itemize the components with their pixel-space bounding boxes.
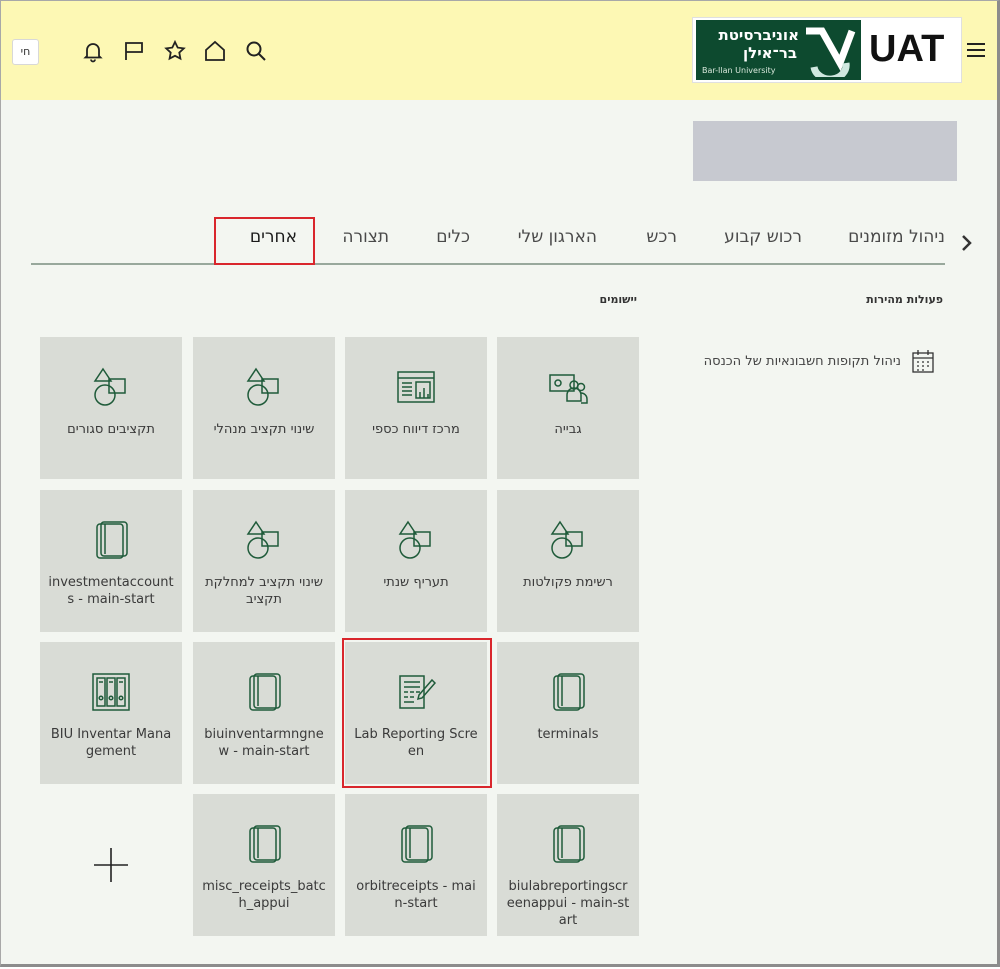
book-icon: [244, 824, 284, 864]
app-tile-label: תעריף שנתי: [383, 575, 449, 590]
shapes-icon: [396, 520, 436, 560]
app-tile-label: שינוי תקציב מנהלי: [213, 422, 315, 437]
book-icon: [244, 672, 284, 712]
logo-hebrew-line1: אוניברסיטת: [718, 26, 799, 44]
app-tile-label: terminals: [537, 727, 599, 742]
university-emblem-icon: [800, 23, 858, 77]
app-tile-misc-receipts-batch[interactable]: misc_receipts_batch_appui: [193, 794, 335, 936]
hamburger-menu-icon[interactable]: [965, 39, 987, 61]
app-tile-label: תקציבים סגורים: [67, 422, 155, 437]
tab-configuration[interactable]: תצורה: [342, 227, 389, 247]
tab-cash-management[interactable]: ניהול מזומנים: [848, 227, 945, 247]
app-tile-label: misc_receipts_batch_appui: [202, 879, 326, 911]
home-icon[interactable]: [203, 39, 227, 63]
shapes-icon: [548, 520, 588, 560]
book-icon: [396, 824, 436, 864]
app-tile-collection[interactable]: גבייה: [497, 337, 639, 479]
tab-others-highlight: [214, 217, 315, 265]
app-tile-label: שינוי תקציב למחלקת תקציב: [205, 575, 323, 607]
bell-icon[interactable]: [81, 39, 105, 63]
app-tile-closed-budgets[interactable]: תקציבים סגורים: [40, 337, 182, 479]
shapes-icon: [91, 367, 131, 407]
app-frame: חי אוניברסיטת בר־אילן Bar-Ilan Universit…: [0, 0, 1000, 967]
placeholder-banner: [693, 121, 957, 181]
star-icon[interactable]: [163, 39, 187, 63]
binders-icon: [91, 672, 131, 712]
chevron-right-icon[interactable]: [959, 233, 975, 253]
flag-icon[interactable]: [122, 39, 146, 63]
user-avatar-button[interactable]: חי: [12, 39, 39, 65]
university-logo[interactable]: אוניברסיטת בר־אילן Bar-Ilan University U…: [692, 17, 962, 83]
app-tile-terminals[interactable]: terminals: [497, 642, 639, 784]
tab-tools[interactable]: כלים: [436, 227, 470, 247]
tab-bar: ניהול מזומנים רכוש קבוע רכש הארגון שלי כ…: [31, 219, 945, 265]
app-tile-investmentaccounts[interactable]: investmentaccounts - main-start: [40, 490, 182, 632]
quick-action-revenue-periods[interactable]: ניהול תקופות חשבונאיות של הכנסה: [699, 348, 937, 376]
apps-section-title: יישומים: [599, 293, 637, 306]
app-tile-budget-dept-change[interactable]: שינוי תקציב למחלקת תקציב: [193, 490, 335, 632]
app-tile-label: orbitreceipts - main-start: [356, 879, 476, 911]
app-tile-label: investmentaccounts - main-start: [48, 575, 174, 607]
app-tile-biu-inventar-management[interactable]: BIU Inventar Management: [40, 642, 182, 784]
report-dashboard-icon: [396, 367, 436, 407]
tab-fixed-assets[interactable]: רכוש קבוע: [724, 227, 802, 247]
app-tile-faculty-list[interactable]: רשימת פקולטות: [497, 490, 639, 632]
app-tile-biulabreportingscreenappui[interactable]: biulabreportingscreenappui - main-start: [497, 794, 639, 936]
app-tile-label: רשימת פקולטות: [523, 575, 613, 590]
tab-my-organization[interactable]: הארגון שלי: [518, 227, 597, 247]
logo-green-panel: אוניברסיטת בר־אילן Bar-Ilan University: [696, 20, 861, 80]
app-tile-label: BIU Inventar Management: [50, 727, 172, 759]
quick-action-label: ניהול תקופות חשבונאיות של הכנסה: [703, 354, 901, 369]
book-icon: [548, 672, 588, 712]
add-app-button[interactable]: [40, 794, 182, 936]
app-tile-label: biuinventarmngnew - main-start: [204, 727, 324, 759]
app-tile-label: גבייה: [554, 422, 582, 437]
shapes-icon: [244, 367, 284, 407]
logo-hebrew-line2: בר־אילן: [743, 44, 797, 62]
app-tile-orbitreceipts[interactable]: orbitreceipts - main-start: [345, 794, 487, 936]
book-icon: [91, 520, 131, 560]
app-tile-label: מרכז דיווח כספי: [372, 422, 460, 437]
environment-label: UAT: [869, 28, 945, 70]
app-tile-financial-reporting[interactable]: מרכז דיווח כספי: [345, 337, 487, 479]
search-icon[interactable]: [244, 39, 268, 63]
app-tile-annual-rate[interactable]: תעריף שנתי: [345, 490, 487, 632]
app-tile-label: biulabreportingscreenappui - main-start: [506, 879, 630, 928]
app-tile-admin-budget-change[interactable]: שינוי תקציב מנהלי: [193, 337, 335, 479]
people-money-icon: [548, 367, 588, 407]
quick-actions-title: פעולות מהירות: [866, 293, 943, 306]
lab-reporting-highlight: [342, 638, 492, 788]
tab-procurement[interactable]: רכש: [646, 227, 677, 247]
logo-english: Bar-Ilan University: [702, 66, 776, 75]
book-icon: [548, 824, 588, 864]
plus-icon: [92, 846, 130, 884]
shapes-icon: [244, 520, 284, 560]
header-bar: חי אוניברסיטת בר־אילן Bar-Ilan Universit…: [1, 1, 997, 100]
calendar-icon: [911, 348, 935, 374]
app-tile-biuinventarmngnew[interactable]: biuinventarmngnew - main-start: [193, 642, 335, 784]
